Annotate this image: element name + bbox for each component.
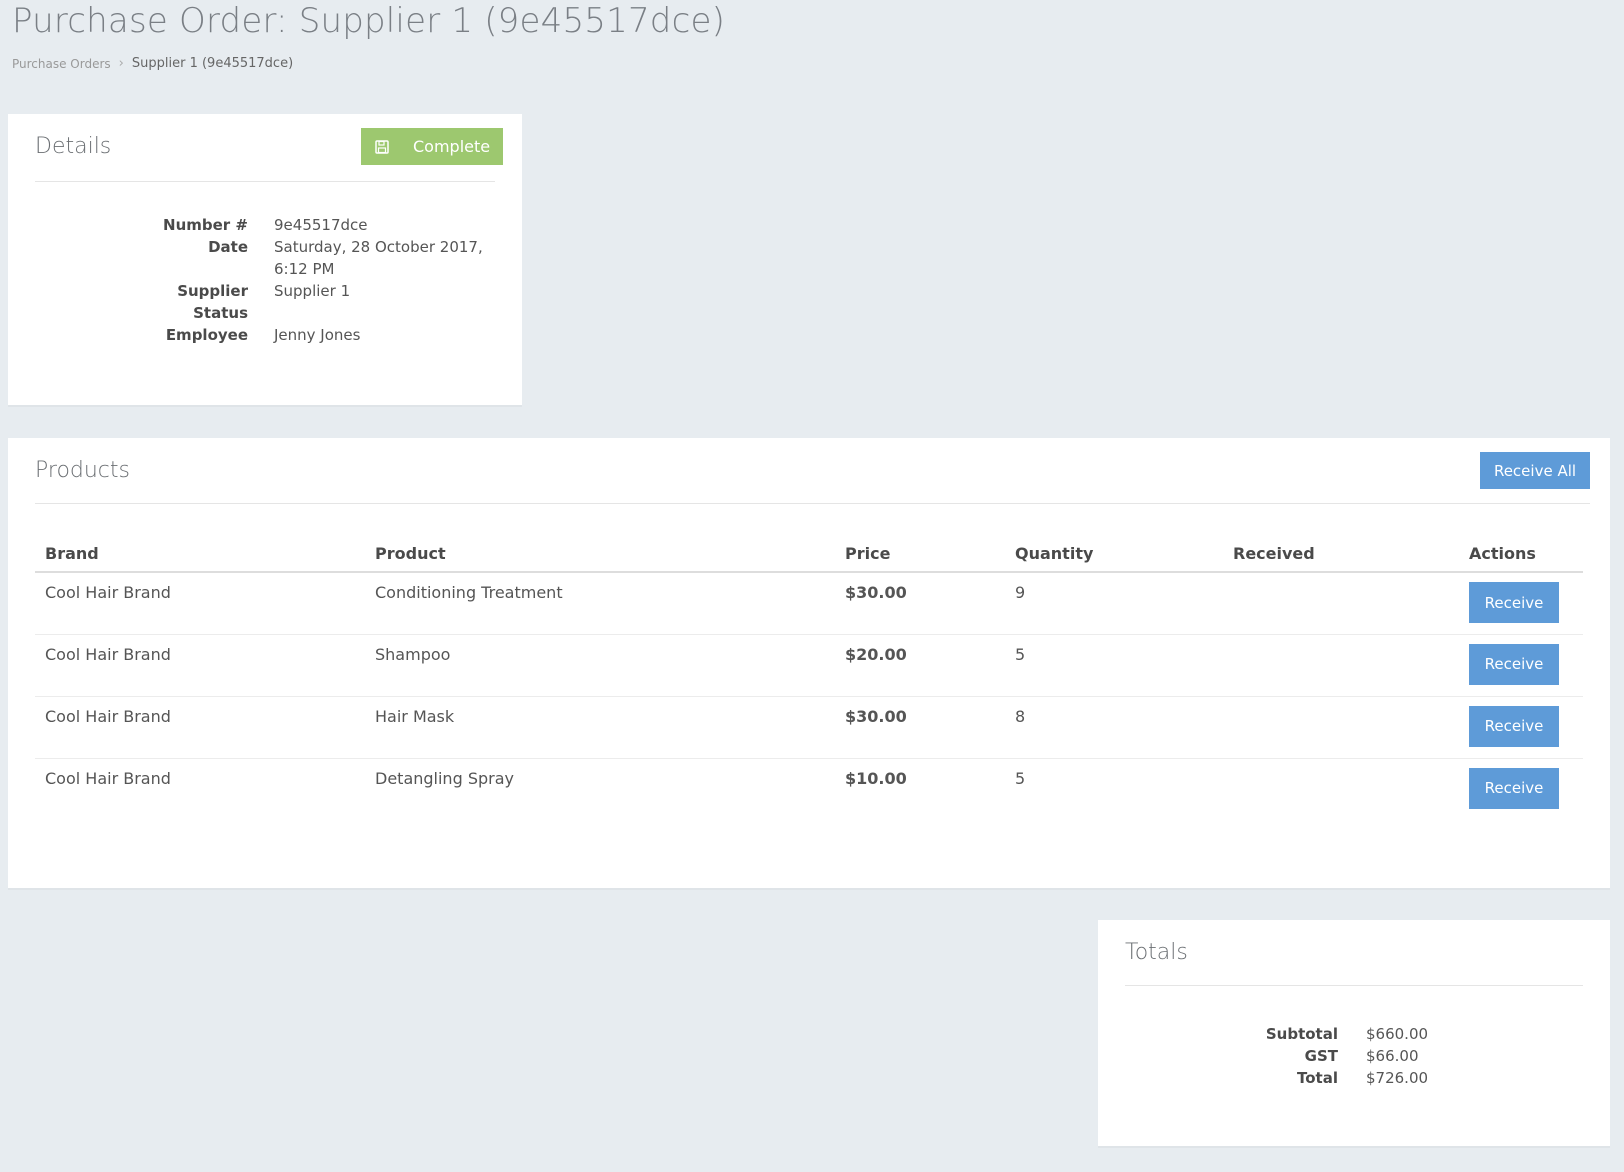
table-header-row: Brand Product Price Quantity Received Ac… xyxy=(35,538,1583,573)
receive-all-button[interactable]: Receive All xyxy=(1480,452,1590,489)
detail-key: Employee xyxy=(165,326,248,344)
breadcrumb: Purchase Orders › Supplier 1 (9e45517dce… xyxy=(12,56,293,71)
cell-brand: Cool Hair Brand xyxy=(35,634,365,697)
cell-actions: Receive xyxy=(1459,696,1583,759)
detail-row-date: Date Saturday, 28 October 2017, 6:12 PM xyxy=(8,236,522,280)
cell-product: Hair Mask xyxy=(365,696,835,759)
products-card: Products Receive All Brand Product Price… xyxy=(8,438,1610,890)
detail-key: Date xyxy=(208,238,248,256)
totals-row-total: Total $726.00 xyxy=(1098,1067,1610,1089)
cell-price: $10.00 xyxy=(845,768,907,788)
totals-row-subtotal: Subtotal $660.00 xyxy=(1098,1023,1610,1045)
cell-product: Shampoo xyxy=(365,634,835,697)
table-row: Cool Hair Brand Shampoo $20.00 5 Receive xyxy=(35,634,1583,697)
detail-value: Jenny Jones xyxy=(274,326,361,344)
cell-received xyxy=(1223,572,1459,635)
cell-actions: Receive xyxy=(1459,758,1583,820)
totals-value: $66.00 xyxy=(1366,1047,1419,1065)
totals-key: Total xyxy=(1297,1069,1338,1087)
receive-button[interactable]: Receive xyxy=(1469,582,1559,623)
detail-value: Saturday, 28 October 2017, 6:12 PM xyxy=(274,238,483,278)
table-row: Cool Hair Brand Detangling Spray $10.00 … xyxy=(35,758,1583,820)
details-card: Details Complete Number # 9e45517dce Dat… xyxy=(8,114,522,407)
detail-key: Supplier xyxy=(177,282,248,300)
cell-received xyxy=(1223,634,1459,697)
cell-brand: Cool Hair Brand xyxy=(45,768,171,788)
cell-price: $30.00 xyxy=(835,572,1005,635)
cell-quantity: 5 xyxy=(1005,634,1223,697)
receive-button[interactable]: Receive xyxy=(1469,643,1559,685)
detail-key: Number # xyxy=(163,216,248,234)
detail-row-number: Number # 9e45517dce xyxy=(8,214,522,236)
detail-row-supplier: Supplier Supplier 1 xyxy=(8,280,522,302)
column-header-received[interactable]: Received xyxy=(1223,538,1459,573)
detail-row-status: Status xyxy=(8,302,522,324)
detail-value xyxy=(274,302,494,324)
receive-button[interactable]: Receive xyxy=(1469,767,1559,809)
column-header-quantity[interactable]: Quantity xyxy=(1005,538,1223,573)
cell-price: $20.00 xyxy=(835,634,1005,697)
table-row: Cool Hair Brand Conditioning Treatment $… xyxy=(35,572,1583,635)
cell-received xyxy=(1223,758,1459,820)
page: Purchase Order: Supplier 1 (9e45517dce) … xyxy=(0,0,1624,1172)
totals-title: Totals xyxy=(1125,940,1188,965)
cell-product: Conditioning Treatment xyxy=(365,572,835,635)
table-row: Cool Hair Brand Hair Mask $30.00 8 Recei… xyxy=(35,696,1583,759)
breadcrumb-current: Supplier 1 (9e45517dce) xyxy=(131,56,294,71)
cell-quantity: 5 xyxy=(1015,768,1026,788)
cell-actions: Receive xyxy=(1459,634,1583,697)
cell-quantity: 8 xyxy=(1005,696,1223,759)
cell-brand: Cool Hair Brand xyxy=(35,696,365,759)
totals-list: Subtotal $660.00 GST $66.00 Total $726.0… xyxy=(1098,1023,1610,1089)
column-header-price[interactable]: Price xyxy=(835,538,1005,573)
totals-key: GST xyxy=(1304,1047,1338,1065)
cell-actions: Receive xyxy=(1459,572,1583,635)
complete-button-label: Complete xyxy=(413,137,491,156)
column-header-brand[interactable]: Brand xyxy=(35,538,365,573)
totals-value: $660.00 xyxy=(1366,1025,1429,1043)
cell-received xyxy=(1223,696,1459,759)
detail-value: 9e45517dce xyxy=(274,216,368,234)
detail-key: Status xyxy=(193,304,248,322)
products-title: Products xyxy=(35,458,130,483)
cell-quantity: 9 xyxy=(1005,572,1223,635)
products-table: Brand Product Price Quantity Received Ac… xyxy=(35,538,1583,820)
detail-value: Supplier 1 xyxy=(274,282,351,300)
details-title: Details xyxy=(35,134,112,159)
totals-key: Subtotal xyxy=(1265,1025,1338,1043)
complete-button[interactable]: Complete xyxy=(361,128,503,165)
totals-card: Totals Subtotal $660.00 GST $66.00 Total… xyxy=(1098,920,1610,1148)
detail-row-employee: Employee Jenny Jones xyxy=(8,324,522,346)
breadcrumb-separator: › xyxy=(118,56,124,71)
products-header: Products Receive All xyxy=(35,438,1590,504)
totals-value: $726.00 xyxy=(1366,1069,1429,1087)
details-list: Number # 9e45517dce Date Saturday, 28 Oc… xyxy=(8,214,522,346)
page-title: Purchase Order: Supplier 1 (9e45517dce) xyxy=(12,1,726,41)
breadcrumb-purchase-orders-link[interactable]: Purchase Orders xyxy=(12,57,111,71)
save-icon xyxy=(361,139,403,154)
receive-button[interactable]: Receive xyxy=(1469,705,1559,747)
details-header: Details Complete xyxy=(35,114,503,182)
column-header-product[interactable]: Product xyxy=(365,538,835,573)
column-header-actions: Actions xyxy=(1459,538,1583,573)
cell-price: $30.00 xyxy=(835,696,1005,759)
totals-row-gst: GST $66.00 xyxy=(1098,1045,1610,1067)
cell-product: Detangling Spray xyxy=(375,768,514,788)
totals-header: Totals xyxy=(1125,920,1583,986)
cell-brand: Cool Hair Brand xyxy=(35,572,365,635)
